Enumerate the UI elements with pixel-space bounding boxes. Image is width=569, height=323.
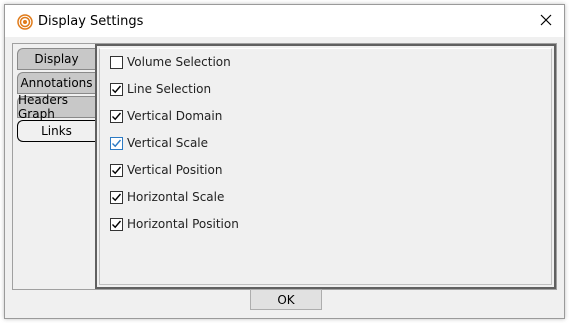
vertical-domain-checkbox[interactable] [110,109,123,123]
check-icon [112,112,122,120]
check-icon [112,220,122,228]
check-icon [112,193,122,201]
links-panel-inner: Volume Selection Line Selection Vertical… [99,48,552,285]
horizontal-scale-checkbox[interactable] [110,190,123,204]
vertical-scale-label: Vertical Scale [127,136,209,150]
horizontal-position-label: Horizontal Position [127,217,239,231]
display-settings-dialog: Display Settings Display Annotations Hea… [4,4,565,319]
volume-selection-label: Volume Selection [127,55,231,69]
vertical-position-checkbox[interactable] [110,163,123,177]
horizontal-scale-label: Horizontal Scale [127,190,225,204]
target-icon [17,14,33,30]
tab-links[interactable]: Links [17,120,95,142]
vertical-domain-option[interactable]: Vertical Domain [110,107,222,125]
vertical-scale-checkbox[interactable] [110,136,123,150]
links-panel: Volume Selection Line Selection Vertical… [95,44,556,289]
vertical-position-label: Vertical Position [127,163,223,177]
title-bar: Display Settings [5,5,564,37]
tab-headers-graph[interactable]: Headers Graph [17,93,95,121]
horizontal-position-option[interactable]: Horizontal Position [110,215,239,233]
vertical-domain-label: Vertical Domain [127,109,223,123]
settings-content: Display Annotations Headers Graph Links … [12,43,557,290]
close-icon [540,14,552,29]
line-selection-checkbox[interactable] [110,82,123,96]
close-button[interactable] [528,5,564,37]
line-selection-label: Line Selection [127,82,212,96]
horizontal-scale-option[interactable]: Horizontal Scale [110,188,224,206]
volume-selection-option[interactable]: Volume Selection [110,53,231,71]
window-title: Display Settings [38,14,144,29]
check-icon [112,166,122,174]
ok-button[interactable]: OK [250,289,322,310]
line-selection-option[interactable]: Line Selection [110,80,211,98]
volume-selection-checkbox[interactable] [110,55,123,69]
vertical-position-option[interactable]: Vertical Position [110,161,222,179]
check-icon [112,139,122,147]
tab-annotations[interactable]: Annotations [17,72,95,94]
horizontal-position-checkbox[interactable] [110,217,123,231]
tab-display[interactable]: Display [17,48,95,70]
check-icon [112,85,122,93]
vertical-scale-option[interactable]: Vertical Scale [110,134,208,152]
